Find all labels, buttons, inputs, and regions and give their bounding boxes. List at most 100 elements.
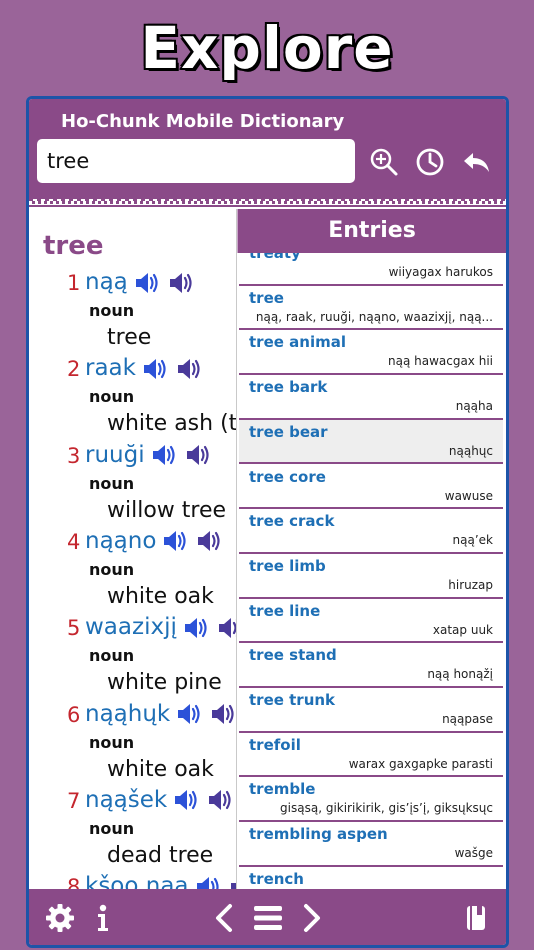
- entry-row[interactable]: treaty wiiyagax harukos: [239, 253, 503, 286]
- sense-word-text: kšoo nąą: [85, 873, 189, 889]
- sense-number: 1: [67, 271, 81, 295]
- entry-row[interactable]: tree limb hiruzap: [239, 553, 503, 599]
- entry-word: trefoil: [249, 735, 301, 754]
- entries-list[interactable]: treaty wiiyagax harukos tree nąą, raak, ruu…: [237, 253, 506, 889]
- sense-gloss: tree: [107, 325, 152, 350]
- speaker-icon[interactable]: [156, 528, 190, 554]
- speaker-icon[interactable]: [170, 701, 204, 727]
- entry-translation: warax gaxgapke parasti: [348, 756, 493, 771]
- sense-word-text: nąąhųk: [85, 700, 171, 727]
- previous-chevron-icon[interactable]: [213, 903, 235, 933]
- speaker-icon[interactable]: [136, 355, 170, 381]
- sense-number: 6: [67, 702, 81, 727]
- settings-gear-icon[interactable]: [45, 903, 75, 933]
- app-header: Ho-Chunk Mobile Dictionary: [29, 99, 506, 199]
- entry-word: tree trunk: [249, 691, 336, 709]
- sense-word: ruuği: [85, 442, 213, 468]
- sense-number: 5: [67, 616, 81, 641]
- speaker-slow-icon[interactable]: [162, 269, 196, 295]
- speaker-slow-icon[interactable]: [190, 528, 224, 554]
- entry-row[interactable]: tree core wawuse: [239, 464, 503, 510]
- entry-row[interactable]: tremble gisąsą, gikirikirik, gis’įs’į, gi…: [239, 777, 503, 823]
- sense-word-text: nąą: [85, 269, 128, 295]
- speaker-slow-icon[interactable]: [211, 614, 236, 640]
- speaker-icon[interactable]: [189, 873, 223, 889]
- sense-word-text: nąąšek: [85, 786, 168, 813]
- entry-row[interactable]: tree stand nąą honąžį: [239, 643, 503, 688]
- entry-word: trembling aspen: [249, 825, 388, 844]
- part-of-speech: noun: [89, 301, 135, 320]
- speaker-slow-icon[interactable]: [170, 355, 204, 381]
- entry-translation: gisąsą, gikirikirik, gis’įs’į, giksųksųc: [280, 801, 493, 816]
- entries-pane: Entries treaty wiiyagax harukos tree nąą, r…: [237, 209, 506, 889]
- entry-row[interactable]: tree crack nąą’ek: [239, 509, 503, 554]
- sense-gloss: willow tree: [107, 497, 227, 523]
- sense-word: nąą: [85, 269, 196, 295]
- entry-translation: nąąhųc: [448, 443, 493, 458]
- entry-row[interactable]: tree line xatap uuk: [239, 598, 503, 644]
- history-clock-icon[interactable]: [415, 147, 445, 177]
- phone-screen: Ho-Chunk Mobile Dictionary tree 1nąą noun…: [26, 96, 509, 948]
- notebook-icon[interactable]: [465, 903, 487, 933]
- explore-headline: Explore: [139, 13, 394, 84]
- entries-header: Entries: [237, 209, 506, 253]
- entry-translation: nąą’ek: [452, 533, 493, 548]
- entry-word: tree core: [249, 467, 326, 486]
- entry-word: tree: [249, 288, 284, 307]
- entry-translation: nąą hawacgax hii: [387, 354, 493, 369]
- speaker-slow-icon[interactable]: [201, 787, 235, 813]
- sense-number: 3: [67, 443, 81, 468]
- speaker-slow-icon[interactable]: [179, 442, 213, 468]
- speaker-icon[interactable]: [177, 614, 211, 640]
- part-of-speech: noun: [89, 646, 135, 666]
- sense-word-text: ruuği: [85, 441, 145, 468]
- entry-word: tree bark: [249, 378, 328, 397]
- speaker-icon[interactable]: [145, 442, 179, 468]
- sense-gloss: white pine: [107, 670, 222, 696]
- speaker-slow-icon[interactable]: [223, 873, 236, 889]
- zoom-in-icon[interactable]: [369, 147, 399, 177]
- entry-row[interactable]: tree bark nąąha: [239, 375, 503, 420]
- entry-row[interactable]: trembling aspen wašge: [239, 822, 503, 867]
- entry-row[interactable]: trefoil warax gaxgapke parasti: [239, 732, 503, 778]
- entry-row[interactable]: tree animal nąą hawacgax hii: [239, 330, 503, 376]
- sense-word: waazixjį: [85, 614, 236, 640]
- menu-list-icon[interactable]: [253, 903, 283, 933]
- entry-row[interactable]: trench: [239, 866, 503, 889]
- sense-word: nąąno: [85, 528, 224, 554]
- speaker-icon[interactable]: [167, 787, 201, 813]
- sense-word: kšoo nąą: [85, 873, 236, 889]
- entry-translation: xatap uuk: [432, 622, 493, 637]
- definition-pane[interactable]: tree 1 nąą noun tree 2 raak noun white ash (tr 3…: [29, 209, 237, 889]
- sense-gloss: white oak: [107, 756, 214, 782]
- speaker-slow-icon[interactable]: [204, 701, 236, 727]
- entry-translation: wawuse: [444, 488, 493, 503]
- entry-word: tree line: [249, 601, 321, 620]
- sense-word-text: nąąno: [85, 527, 157, 554]
- part-of-speech: noun: [89, 818, 135, 838]
- sense-word-text: raak: [85, 355, 136, 382]
- entry-word: trench: [249, 869, 304, 888]
- entry-row[interactable]: tree trunk nąąpase: [239, 688, 503, 733]
- sense-word: nąąhųk: [85, 700, 236, 727]
- search-input[interactable]: [37, 139, 355, 183]
- part-of-speech: noun: [89, 473, 135, 493]
- part-of-speech: noun: [89, 559, 135, 579]
- entry-row[interactable]: tree bear nąąhųc: [239, 419, 503, 465]
- part-of-speech: noun: [89, 387, 135, 407]
- sense-number: 8: [67, 875, 81, 889]
- speaker-icon[interactable]: [128, 269, 162, 295]
- part-of-speech: noun: [89, 732, 135, 752]
- entry-word: tree animal: [249, 333, 346, 352]
- info-icon[interactable]: [95, 903, 111, 933]
- entry-translation: hiruzap: [448, 577, 493, 592]
- entry-word: tree crack: [249, 512, 335, 531]
- entry-row[interactable]: tree nąą, raak, ruuği, nąąno, waazixjį, n…: [239, 285, 503, 331]
- sense-gloss: white oak: [107, 583, 214, 609]
- sense-number: 2: [67, 357, 81, 382]
- back-arrow-icon[interactable]: [461, 147, 491, 177]
- sense-word: nąąšek: [85, 787, 235, 813]
- next-chevron-icon[interactable]: [301, 903, 323, 933]
- definition-headword: tree: [43, 231, 104, 261]
- entry-word: treaty: [249, 253, 301, 262]
